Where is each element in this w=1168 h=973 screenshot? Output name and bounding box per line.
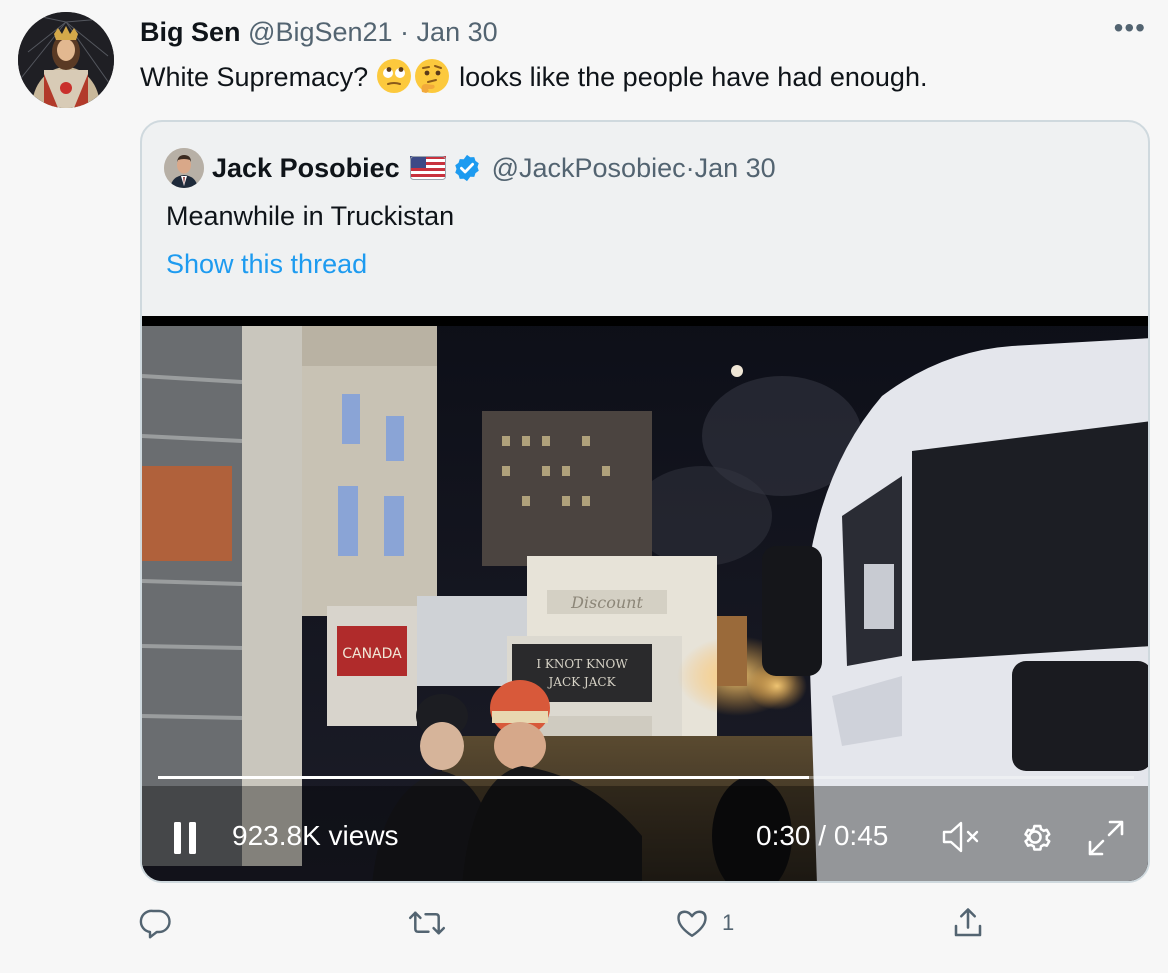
show-thread-link[interactable]: Show this thread bbox=[166, 246, 367, 282]
more-options-button[interactable]: ••• bbox=[1114, 12, 1146, 44]
windshield-text-2: JACK JACK bbox=[546, 675, 616, 689]
tweet-text-before: White Supremacy? bbox=[140, 62, 376, 92]
video-progress-fill bbox=[158, 776, 809, 779]
video-controls: 923.8K views 0:30 / 0:45 bbox=[142, 808, 1148, 868]
retweet-button[interactable] bbox=[408, 905, 446, 941]
video-frame: CANADA Discount I KNOT KNOW JACK JACK bbox=[142, 316, 1148, 881]
quoted-tweet-header: Jack Posobiec @JackPosobiec · Jan 30 bbox=[164, 148, 776, 188]
time-separator: / bbox=[810, 820, 834, 851]
tweet-actions: 1 bbox=[0, 905, 1168, 955]
reply-icon bbox=[139, 909, 171, 939]
separator: · bbox=[392, 17, 417, 47]
reply-button[interactable] bbox=[138, 905, 174, 941]
duration: 0:45 bbox=[833, 820, 889, 851]
quoted-handle[interactable]: @JackPosobiec bbox=[492, 153, 686, 184]
share-button[interactable] bbox=[950, 905, 986, 941]
heart-icon bbox=[677, 910, 707, 937]
windshield-text-1: I KNOT KNOW bbox=[536, 657, 628, 671]
author-name[interactable]: Big Sen bbox=[140, 17, 241, 47]
tweet-text-after: looks like the people have had enough. bbox=[451, 62, 928, 92]
verified-badge-icon bbox=[454, 154, 479, 182]
quoted-avatar bbox=[164, 148, 204, 188]
tweet-text: White Supremacy? looks like the people h… bbox=[140, 58, 927, 95]
separator: · bbox=[685, 152, 695, 183]
quoted-tweet[interactable]: Jack Posobiec @JackPosobiec · Jan 30 Mea… bbox=[140, 120, 1150, 883]
tweet-date[interactable]: Jan 30 bbox=[417, 17, 498, 47]
video-progress-bar[interactable] bbox=[158, 776, 1134, 779]
current-time: 0:30 bbox=[756, 820, 811, 851]
tweet-header: Big Sen @BigSen21 · Jan 30 bbox=[140, 14, 498, 50]
pause-icon[interactable] bbox=[172, 820, 200, 856]
retweet-icon bbox=[408, 911, 446, 935]
view-count: 923.8K views bbox=[232, 820, 399, 851]
us-flag-icon bbox=[409, 156, 446, 180]
like-button[interactable]: 1 bbox=[674, 905, 734, 941]
mute-icon[interactable] bbox=[940, 818, 984, 856]
video-time: 0:30 / 0:45 bbox=[756, 818, 888, 854]
share-icon bbox=[954, 908, 982, 937]
fullscreen-icon[interactable] bbox=[1086, 818, 1126, 858]
quoted-author-name[interactable]: Jack Posobiec bbox=[212, 153, 400, 184]
avatar[interactable] bbox=[18, 12, 114, 108]
like-count: 1 bbox=[722, 910, 735, 935]
thinking-face-emoji bbox=[414, 59, 449, 93]
quoted-date[interactable]: Jan 30 bbox=[695, 153, 776, 184]
quoted-tweet-text: Meanwhile in Truckistan bbox=[166, 201, 455, 231]
author-handle[interactable]: @BigSen21 bbox=[248, 17, 393, 47]
truck-sign: Discount bbox=[570, 593, 643, 612]
gear-icon[interactable] bbox=[1016, 818, 1054, 856]
video-player[interactable]: CANADA Discount I KNOT KNOW JACK JACK 92… bbox=[142, 316, 1148, 881]
face-with-rolling-eyes-emoji bbox=[376, 59, 411, 93]
more-horizontal-icon: ••• bbox=[1113, 12, 1146, 43]
banner-text: CANADA bbox=[342, 646, 402, 662]
